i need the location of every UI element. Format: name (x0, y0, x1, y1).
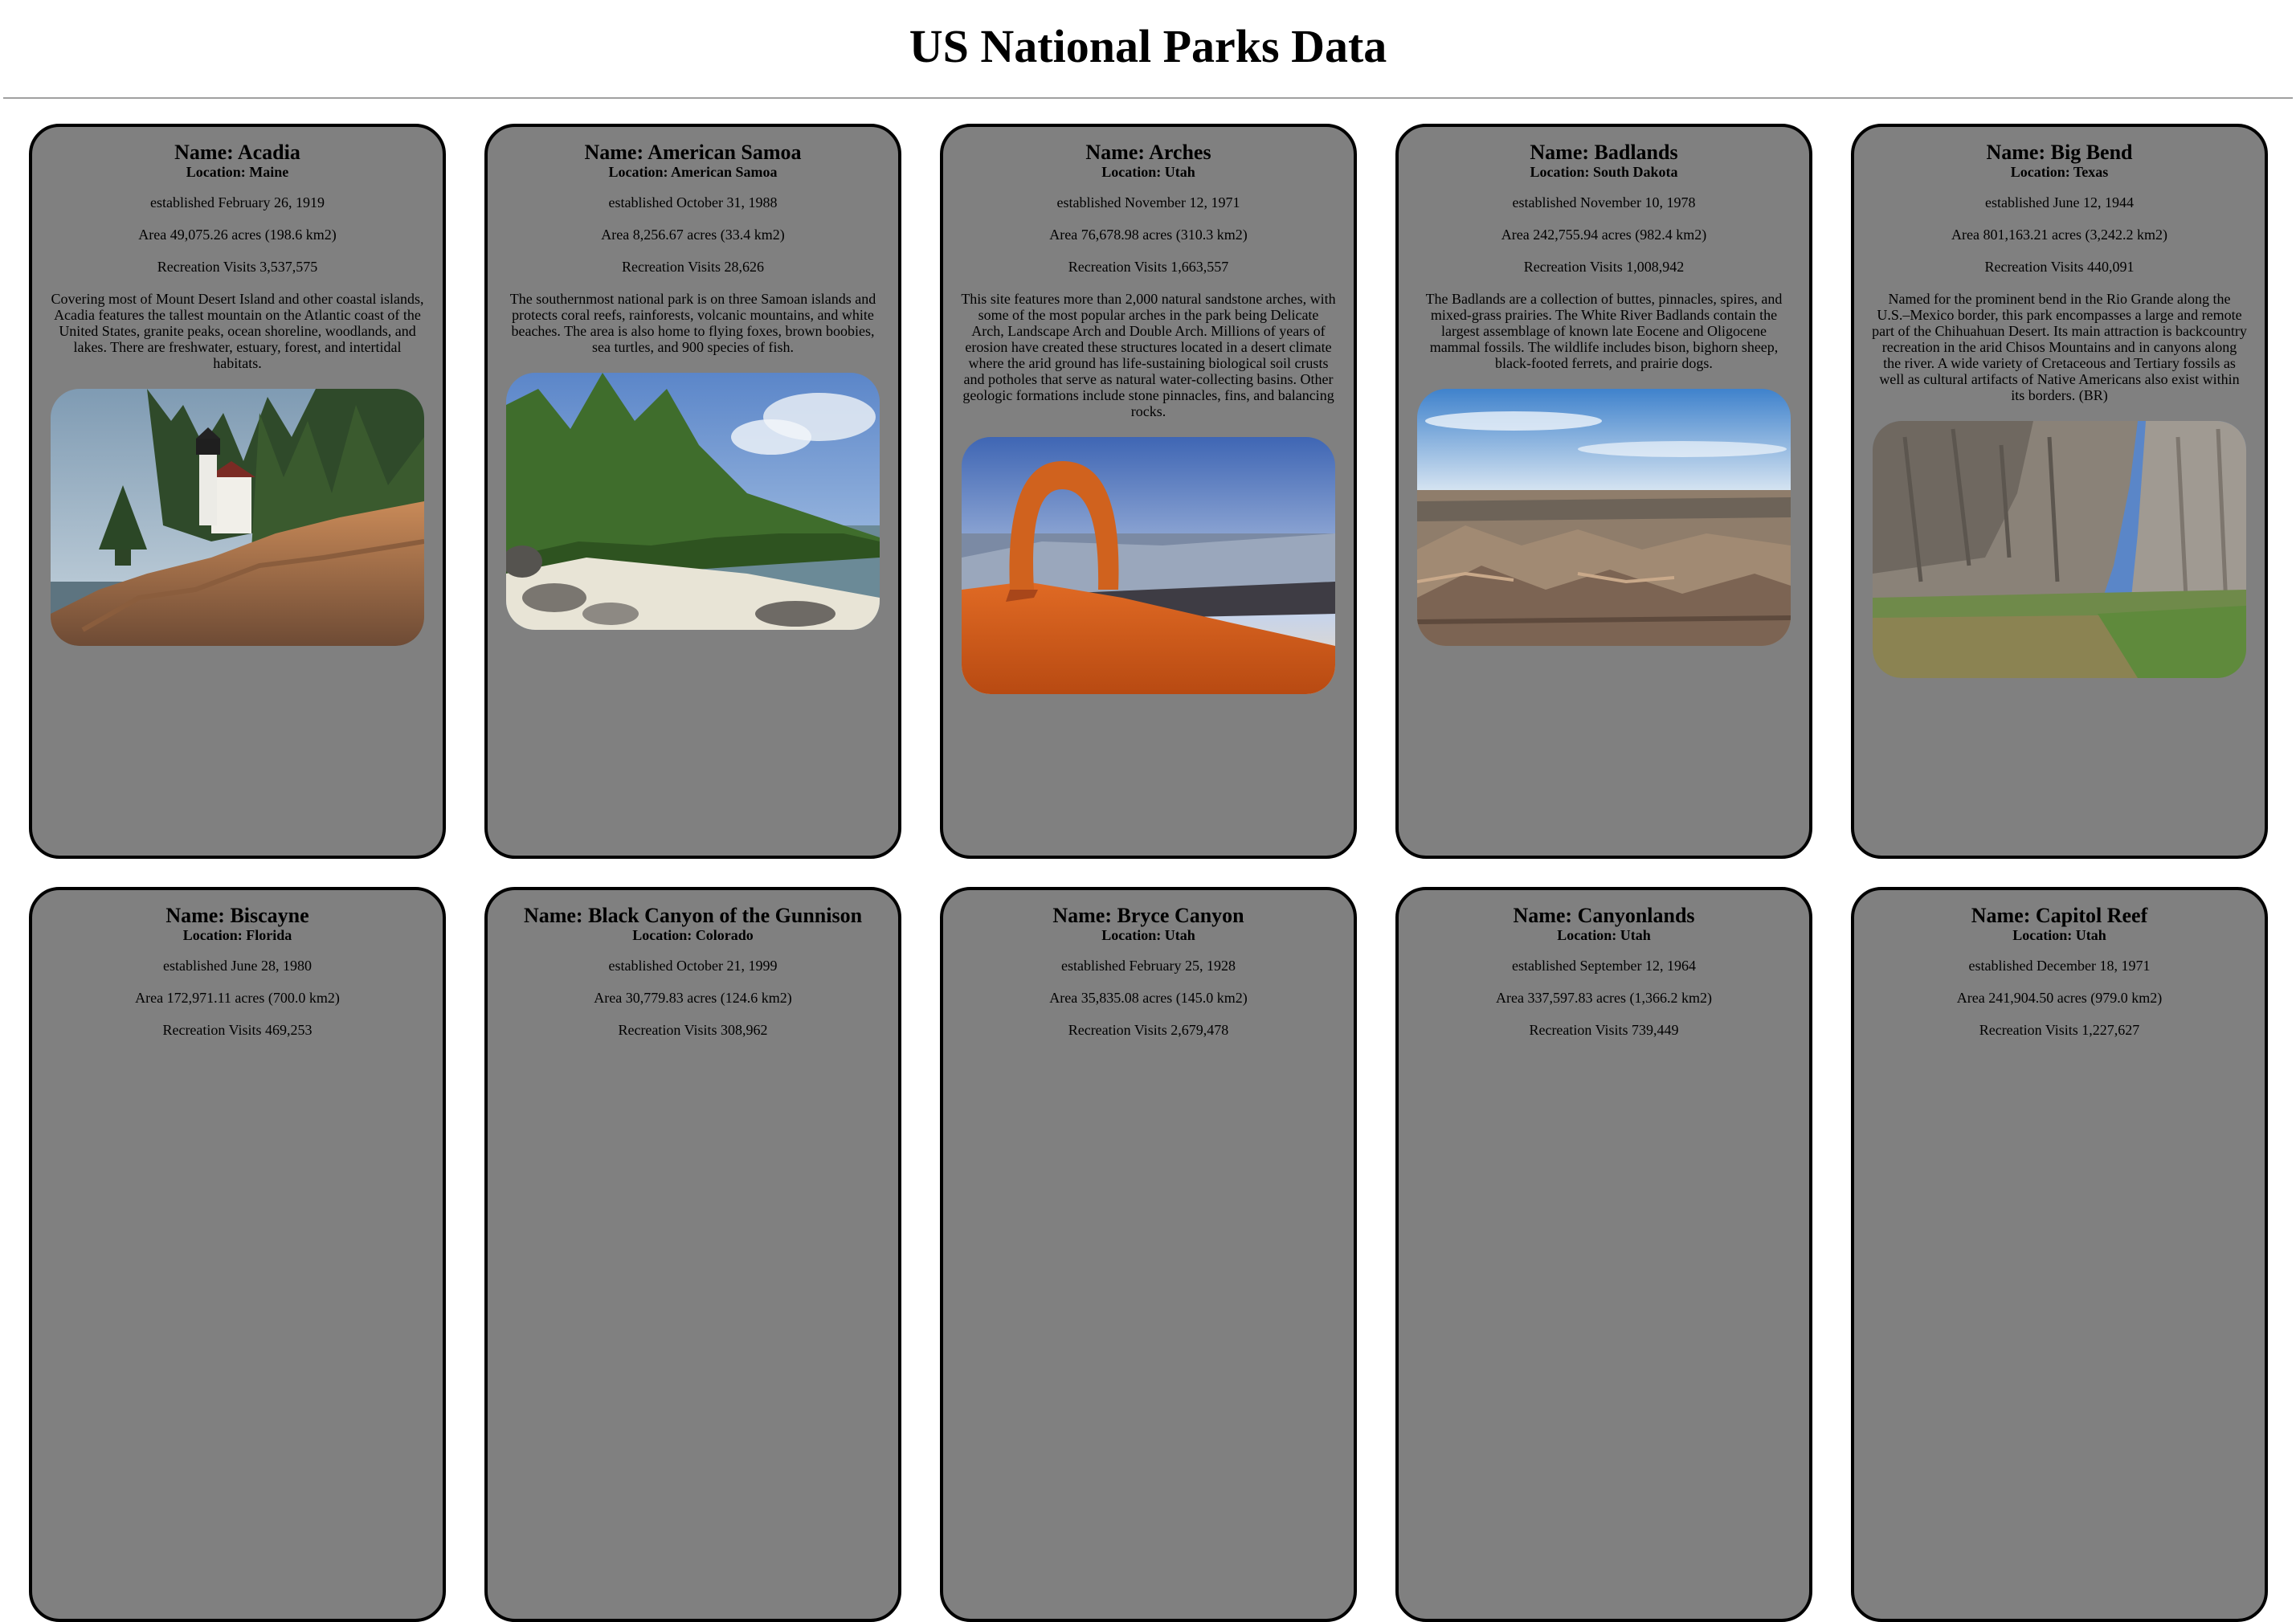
park-photo-tropical-beach (506, 373, 880, 630)
park-name: Name: American Samoa (584, 141, 802, 164)
park-name: Name: Biscayne (165, 904, 309, 927)
park-location: Location: American Samoa (608, 164, 778, 180)
park-area: Area 35,835.08 acres (145.0 km2) (1049, 990, 1248, 1006)
park-area: Area 801,163.21 acres (3,242.2 km2) (1951, 227, 2167, 243)
park-area: Area 172,971.11 acres (700.0 km2) (135, 990, 340, 1006)
park-name: Name: Big Bend (1986, 141, 2133, 164)
park-name: Name: Bryce Canyon (1052, 904, 1244, 927)
park-area: Area 242,755.94 acres (982.4 km2) (1501, 227, 1707, 243)
park-name: Name: Arches (1085, 141, 1211, 164)
park-description: Named for the prominent bend in the Rio … (1872, 291, 2247, 403)
park-established: established June 28, 1980 (163, 958, 312, 974)
park-card-canyonlands: Name: Canyonlands Location: Utah establi… (1395, 887, 1812, 1622)
park-card-acadia: Name: Acadia Location: Maine established… (29, 124, 446, 859)
park-established: established November 12, 1971 (1056, 194, 1240, 210)
park-established: established November 10, 1978 (1512, 194, 1696, 210)
park-card-bryce-canyon: Name: Bryce Canyon Location: Utah establ… (940, 887, 1357, 1622)
park-name: Name: Acadia (174, 141, 300, 164)
park-established: established October 21, 1999 (608, 958, 778, 974)
park-visits: Recreation Visits 3,537,575 (157, 259, 318, 275)
title-divider (3, 97, 2293, 99)
park-area: Area 76,678.98 acres (310.3 km2) (1049, 227, 1248, 243)
park-area: Area 8,256.67 acres (33.4 km2) (601, 227, 785, 243)
park-visits: Recreation Visits 2,679,478 (1068, 1022, 1229, 1038)
park-description: Covering most of Mount Desert Island and… (51, 291, 424, 371)
park-visits: Recreation Visits 469,253 (162, 1022, 313, 1038)
park-area: Area 49,075.26 acres (198.6 km2) (138, 227, 337, 243)
park-visits: Recreation Visits 1,663,557 (1068, 259, 1229, 275)
park-established: established December 18, 1971 (1968, 958, 2151, 974)
park-visits: Recreation Visits 440,091 (1984, 259, 2135, 275)
park-visits: Recreation Visits 28,626 (621, 259, 765, 275)
park-name: Name: Badlands (1530, 141, 1678, 164)
page-title: US National Parks Data (909, 20, 1387, 72)
park-area: Area 241,904.50 acres (979.0 km2) (1956, 990, 2163, 1006)
park-card-badlands: Name: Badlands Location: South Dakota es… (1395, 124, 1812, 859)
park-location: Location: Florida (182, 927, 292, 943)
park-location: Location: Texas (2010, 164, 2109, 180)
park-photo-lighthouse-coast (51, 389, 424, 646)
park-name: Name: Capitol Reef (1971, 904, 2148, 927)
park-established: established June 12, 1944 (1985, 194, 2134, 210)
park-photo-delicate-arch (962, 437, 1335, 694)
park-visits: Recreation Visits 308,962 (618, 1022, 768, 1038)
park-established: established October 31, 1988 (608, 194, 778, 210)
park-area: Area 337,597.83 acres (1,366.2 km2) (1496, 990, 1712, 1006)
park-location: Location: South Dakota (1530, 164, 1678, 180)
park-description: The Badlands are a collection of buttes,… (1425, 291, 1783, 371)
park-photo-river-canyon (1873, 421, 2246, 678)
park-card-big-bend: Name: Big Bend Location: Texas establish… (1851, 124, 2268, 859)
park-location: Location: Utah (1557, 927, 1651, 943)
park-card-black-canyon: Name: Black Canyon of the Gunnison Locat… (484, 887, 901, 1622)
park-location: Location: Utah (2012, 927, 2106, 943)
park-location: Location: Utah (1101, 927, 1195, 943)
park-description: This site features more than 2,000 natur… (961, 291, 1336, 419)
park-name: Name: Canyonlands (1513, 904, 1695, 927)
park-card-arches: Name: Arches Location: Utah established … (940, 124, 1357, 859)
park-established: established February 25, 1928 (1061, 958, 1236, 974)
park-card-biscayne: Name: Biscayne Location: Florida establi… (29, 887, 446, 1622)
park-visits: Recreation Visits 1,227,627 (1979, 1022, 2140, 1038)
park-location: Location: Colorado (632, 927, 754, 943)
park-visits: Recreation Visits 1,008,942 (1523, 259, 1685, 275)
park-established: established February 26, 1919 (150, 194, 325, 210)
park-location: Location: Utah (1101, 164, 1195, 180)
park-card-capitol-reef: Name: Capitol Reef Location: Utah establ… (1851, 887, 2268, 1622)
park-name: Name: Black Canyon of the Gunnison (523, 904, 863, 927)
park-description: The southernmost national park is on thr… (509, 291, 876, 355)
park-card-american-samoa: Name: American Samoa Location: American … (484, 124, 901, 859)
park-visits: Recreation Visits 739,449 (1529, 1022, 1679, 1038)
park-area: Area 30,779.83 acres (124.6 km2) (594, 990, 792, 1006)
park-established: established September 12, 1964 (1512, 958, 1696, 974)
park-location: Location: Maine (186, 164, 289, 180)
parks-grid: Name: Acadia Location: Maine established… (29, 124, 2268, 1622)
park-photo-badlands-landscape (1417, 389, 1791, 646)
